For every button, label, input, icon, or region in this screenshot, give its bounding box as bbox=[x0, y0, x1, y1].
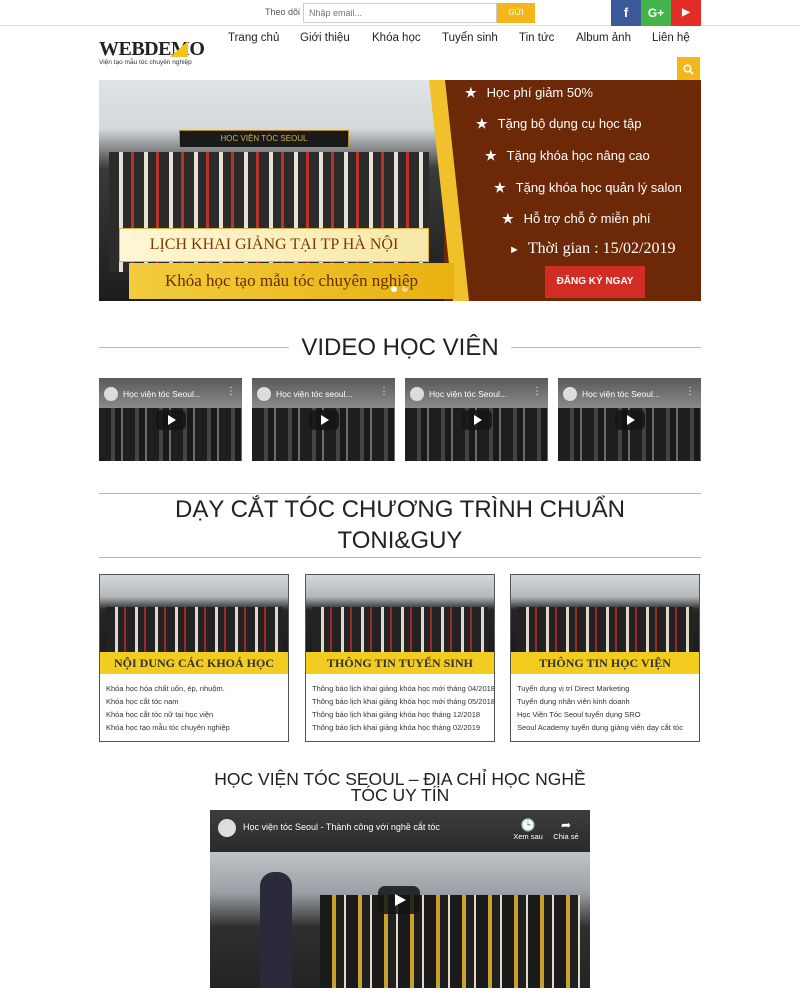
card-link[interactable]: Thông báo lịch khai giảng khóa học mới t… bbox=[312, 695, 495, 708]
card-link[interactable]: Tuyển dụng vị trí Direct Marketing bbox=[517, 682, 683, 695]
hero-banner[interactable]: HỌC VIỆN TÓC SEOUL LỊCH KHAI GIẢNG TẠI T… bbox=[99, 80, 701, 301]
play-icon[interactable] bbox=[156, 410, 186, 430]
video-section-title: VIDEO HỌC VIÊN bbox=[301, 334, 499, 361]
search-icon bbox=[683, 64, 694, 75]
academy-card: THÔNG TIN HỌC VIỆN Tuyển dụng vị trí Dir… bbox=[510, 574, 700, 742]
card-link[interactable]: Khóa học cắt tóc nam bbox=[106, 695, 230, 708]
share-button[interactable]: ➦ Chia sẻ bbox=[546, 818, 586, 841]
card-image[interactable] bbox=[100, 575, 288, 652]
nav-album[interactable]: Album ảnh bbox=[576, 32, 631, 44]
card-image[interactable] bbox=[511, 575, 699, 652]
channel-avatar bbox=[104, 387, 118, 401]
register-button[interactable]: ĐĂNG KÝ NGAY bbox=[545, 266, 645, 298]
nav-contact[interactable]: Liên hệ bbox=[652, 32, 690, 44]
slide-dot[interactable] bbox=[402, 286, 408, 292]
program-title-line2: TONI&GUY bbox=[337, 527, 463, 554]
arrow-icon: ► bbox=[509, 244, 520, 256]
promo-item: ★ Học phí giảm 50% bbox=[465, 85, 593, 100]
play-icon[interactable] bbox=[309, 410, 339, 430]
video-title: Học viện tóc Seoul... bbox=[123, 389, 201, 399]
watch-later-button[interactable]: 🕒 Xem sau bbox=[508, 818, 548, 841]
video-title: Học viện tóc Seoul... bbox=[429, 389, 507, 399]
share-icon: ➦ bbox=[560, 818, 572, 832]
card-link[interactable]: Khóa học tạo mẫu tóc chuyên nghiệp bbox=[106, 721, 230, 734]
more-icon[interactable]: ⋮ bbox=[379, 387, 389, 397]
card-link[interactable]: Thông báo lịch khai giảng khóa học mới t… bbox=[312, 682, 495, 695]
card-link[interactable]: Học Viện Tóc Seoul tuyển dụng SRO bbox=[517, 708, 683, 721]
channel-avatar bbox=[257, 387, 271, 401]
card-image[interactable] bbox=[306, 575, 494, 652]
nav-admissions[interactable]: Tuyển sinh bbox=[442, 32, 498, 44]
card-link[interactable]: Seoul Academy tuyển dụng giảng viên dạy … bbox=[517, 721, 683, 734]
video-title: Học viện tóc seoul... bbox=[276, 389, 353, 399]
youtube-icon[interactable]: ▶ bbox=[671, 0, 701, 26]
card-link[interactable]: Thông báo lịch khai giảng khóa học tháng… bbox=[312, 708, 495, 721]
nav-home[interactable]: Trang chủ bbox=[228, 32, 279, 44]
feature-video-player[interactable]: Học viện tóc Seoul - Thành công với nghề… bbox=[210, 810, 590, 988]
facebook-icon[interactable]: f bbox=[611, 0, 641, 26]
promo-item: ★ Tặng bộ dụng cụ học tập bbox=[476, 116, 642, 131]
feature-title-line2: TÓC UY TÍN bbox=[350, 785, 450, 805]
video-title: Học viện tóc Seoul... bbox=[582, 389, 660, 399]
video-thumbnail[interactable]: Học viện tóc Seoul... ⋮ bbox=[558, 378, 701, 461]
promo-item: ★ Tặng khóa học quản lý salon bbox=[494, 180, 682, 195]
video-thumbnail[interactable]: Học viện tóc seoul... ⋮ bbox=[252, 378, 395, 461]
video-title[interactable]: Học viện tóc Seoul - Thành công với nghề… bbox=[243, 822, 440, 832]
card-link[interactable]: Tuyển dụng nhân viên kinh doanh bbox=[517, 695, 683, 708]
star-icon: ★ bbox=[476, 116, 488, 131]
slide-dot-active[interactable] bbox=[391, 286, 397, 292]
play-icon[interactable] bbox=[378, 886, 420, 914]
send-button[interactable]: GỬI bbox=[497, 3, 535, 23]
nav-news[interactable]: Tin tức bbox=[519, 32, 554, 44]
star-icon: ★ bbox=[485, 148, 497, 163]
google-plus-icon[interactable]: G+ bbox=[641, 0, 671, 26]
banner-caption-2: Khóa học tạo mẫu tóc chuyên nghiệp bbox=[129, 263, 454, 299]
play-icon[interactable] bbox=[462, 410, 492, 430]
card-link[interactable]: Thông báo lịch khai giảng khóa học tháng… bbox=[312, 721, 495, 734]
nav-about[interactable]: Giới thiệu bbox=[300, 32, 350, 44]
divider-line bbox=[99, 557, 701, 558]
channel-avatar bbox=[563, 387, 577, 401]
clock-icon: 🕒 bbox=[520, 818, 536, 832]
promo-item: ★ Hỗ trợ chỗ ở miễn phí bbox=[502, 211, 651, 226]
more-icon[interactable]: ⋮ bbox=[532, 387, 542, 397]
divider-line bbox=[99, 347, 289, 348]
divider-line bbox=[511, 347, 701, 348]
card-title[interactable]: NỘI DUNG CÁC KHOÁ HỌC bbox=[100, 652, 288, 674]
video-thumbnail[interactable]: Học viện tóc Seoul... ⋮ bbox=[99, 378, 242, 461]
nav-courses[interactable]: Khóa học bbox=[372, 32, 421, 44]
channel-avatar bbox=[218, 819, 236, 837]
channel-avatar bbox=[410, 387, 424, 401]
banner-sign: HỌC VIỆN TÓC SEOUL bbox=[179, 130, 349, 148]
program-title-line1: DẠY CẮT TÓC CHƯƠNG TRÌNH CHUẨN bbox=[174, 496, 625, 523]
card-link[interactable]: Khóa học hóa chất uốn, ép, nhuộm. bbox=[106, 682, 230, 695]
admission-card: THÔNG TIN TUYỂN SINH Thông báo lịch khai… bbox=[305, 574, 495, 742]
course-card: NỘI DUNG CÁC KHOÁ HỌC Khóa học hóa chất … bbox=[99, 574, 289, 742]
more-icon[interactable]: ⋮ bbox=[226, 387, 236, 397]
logo-tagline: Viện tạo mẫu tóc chuyên nghiệp bbox=[99, 59, 192, 66]
star-icon: ★ bbox=[502, 211, 514, 226]
logo[interactable]: WEBDEMO bbox=[99, 38, 205, 61]
card-title[interactable]: THÔNG TIN HỌC VIỆN bbox=[511, 652, 699, 674]
star-icon: ★ bbox=[465, 85, 477, 100]
schedule-time: ► Thời gian : 15/02/2019 bbox=[509, 240, 676, 257]
play-icon[interactable] bbox=[615, 410, 645, 430]
card-title[interactable]: THÔNG TIN TUYỂN SINH bbox=[306, 652, 494, 674]
card-link[interactable]: Khóa học cắt tóc nữ tại học viện bbox=[106, 708, 230, 721]
more-icon[interactable]: ⋮ bbox=[685, 387, 695, 397]
banner-caption-1: LỊCH KHAI GIẢNG TẠI TP HÀ NỘI bbox=[119, 228, 429, 262]
divider-line bbox=[99, 493, 701, 494]
follow-label: Theo dõi bbox=[265, 7, 301, 17]
promo-item: ★ Tặng khóa học nâng cao bbox=[485, 148, 650, 163]
email-input[interactable] bbox=[303, 3, 497, 23]
star-icon: ★ bbox=[494, 180, 506, 195]
video-thumbnail[interactable]: Học viện tóc Seoul... ⋮ bbox=[405, 378, 548, 461]
